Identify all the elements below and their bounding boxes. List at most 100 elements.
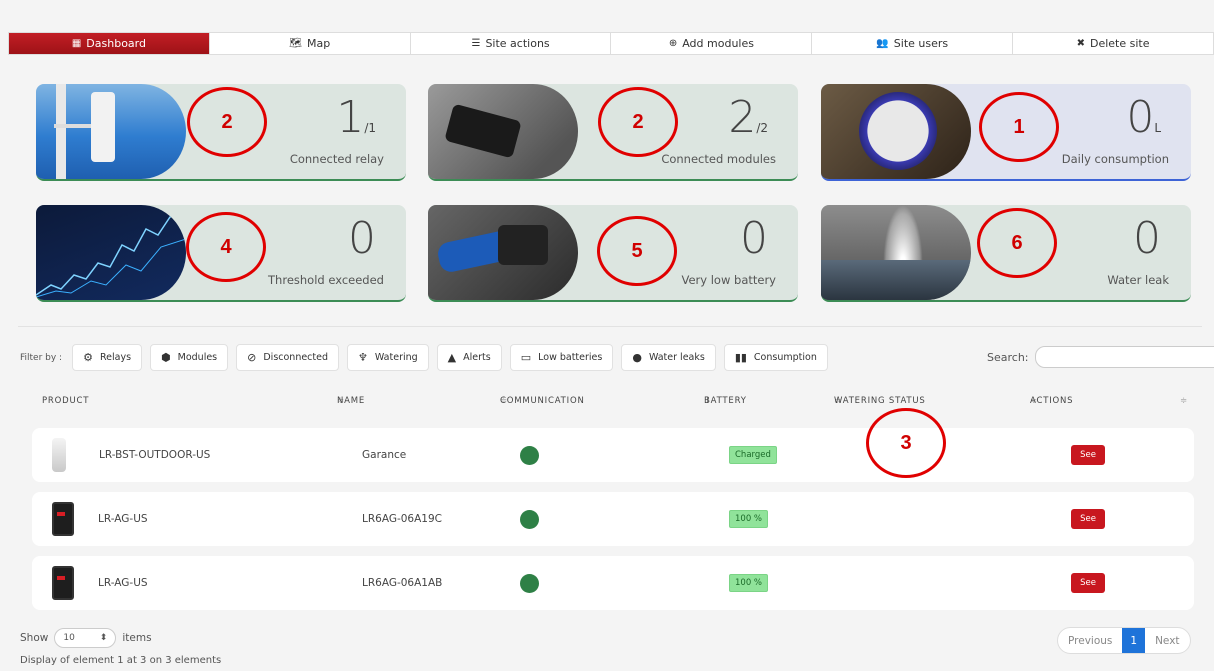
display-info: Display of element 1 at 3 on 3 elements bbox=[20, 655, 222, 666]
tab-delete-site[interactable]: ✖ Delete site bbox=[1013, 33, 1213, 54]
filter-button-label: Alerts bbox=[463, 352, 491, 363]
next-page-button[interactable]: Next bbox=[1145, 628, 1189, 653]
communication-cell bbox=[520, 428, 539, 482]
map-icon: 🗺 bbox=[289, 38, 302, 49]
select-arrows-icon: ⬍ bbox=[99, 633, 108, 643]
annotation-callout: 1 bbox=[979, 92, 1059, 162]
previous-page-button[interactable]: Previous bbox=[1058, 628, 1122, 653]
search-box: Search: bbox=[987, 346, 1214, 368]
card-label: Connected modules bbox=[661, 152, 776, 166]
annotation-callout: 2 bbox=[598, 87, 678, 157]
sliders-icon: ☰ bbox=[471, 38, 481, 49]
annotation-callout: 5 bbox=[597, 216, 677, 286]
communication-cell bbox=[520, 492, 539, 546]
leak-photo bbox=[821, 205, 971, 300]
dashboard-icon: ▦ bbox=[71, 38, 82, 49]
actions-cell: See bbox=[1071, 428, 1105, 482]
filter-bar: Filter by : ⚙ Relays ⬢ Modules ⊘ Disconnect… bbox=[20, 344, 828, 371]
card-label: Connected relay bbox=[289, 152, 384, 166]
product-cell: LR-AG-US bbox=[32, 556, 148, 610]
close-icon: ✖ bbox=[1076, 38, 1085, 49]
battery-badge: Charged bbox=[729, 446, 777, 464]
name-cell: LR6AG-06A1AB bbox=[362, 577, 443, 589]
filter-label: Filter by : bbox=[20, 352, 63, 363]
see-button[interactable]: See bbox=[1071, 509, 1105, 529]
card-label: Water leak bbox=[1107, 273, 1169, 287]
tab-map[interactable]: 🗺 Map bbox=[210, 33, 411, 54]
filter-alerts-button[interactable]: ▲ Alerts bbox=[436, 344, 502, 371]
battery-icon: ▭ bbox=[520, 351, 532, 364]
card-value: 0 bbox=[1133, 213, 1161, 264]
table-row[interactable]: LR-AG-US LR6AG-06A1AB 100 % See bbox=[32, 556, 1194, 610]
card-value: 0 bbox=[740, 213, 768, 264]
trend-line-graphic bbox=[36, 212, 186, 298]
water-meter-photo bbox=[821, 84, 971, 179]
battery-cell: 100 % bbox=[729, 492, 769, 546]
eye-slash-icon: ⊘ bbox=[247, 351, 257, 364]
page-size-select[interactable]: 10 ⬍ bbox=[54, 628, 117, 648]
pagination: Previous 1 Next bbox=[1057, 627, 1191, 654]
communication-cell bbox=[520, 556, 539, 610]
filter-button-label: Low batteries bbox=[538, 352, 603, 363]
divider bbox=[18, 326, 1202, 327]
tab-label: Site actions bbox=[485, 37, 550, 50]
filter-button-label: Watering bbox=[374, 352, 418, 363]
tab-label: Site users bbox=[893, 37, 949, 50]
annotation-callout: 6 bbox=[977, 208, 1057, 278]
module-device-image bbox=[52, 566, 74, 600]
see-button[interactable]: See bbox=[1071, 573, 1105, 593]
annotation-callout: 2 bbox=[187, 87, 267, 157]
filter-low-batteries-button[interactable]: ▭ Low batteries bbox=[509, 344, 614, 371]
tab-dashboard[interactable]: ▦ Dashboard bbox=[9, 33, 210, 54]
battery-cell: Charged bbox=[729, 428, 777, 482]
battery-photo bbox=[428, 205, 578, 300]
see-button[interactable]: See bbox=[1071, 445, 1105, 465]
card-value: 0 bbox=[348, 213, 376, 264]
tab-label: Delete site bbox=[1089, 37, 1150, 50]
tab-site-actions[interactable]: ☰ Site actions bbox=[411, 33, 612, 54]
module-photo bbox=[428, 84, 578, 179]
name-cell: LR6AG-06A19C bbox=[362, 513, 442, 525]
cube-icon: ⬢ bbox=[161, 351, 171, 364]
actions-cell: See bbox=[1071, 556, 1105, 610]
bar-chart-icon: ▮▮ bbox=[734, 351, 747, 364]
filter-water-leaks-button[interactable]: ● Water leaks bbox=[621, 344, 716, 371]
tab-label: Dashboard bbox=[86, 37, 146, 50]
filter-button-label: Water leaks bbox=[648, 352, 705, 363]
card-value: 2/2 bbox=[728, 92, 768, 143]
card-value: 1/1 bbox=[336, 92, 376, 143]
filter-relays-button[interactable]: ⚙ Relays bbox=[72, 344, 143, 371]
site-tab-bar: ▦ Dashboard 🗺 Map ☰ Site actions ⊕ Add m… bbox=[8, 32, 1214, 55]
annotation-callout: 4 bbox=[186, 212, 266, 282]
battery-cell: 100 % bbox=[729, 556, 769, 610]
name-cell: Garance bbox=[362, 449, 407, 461]
items-label: items bbox=[122, 632, 152, 644]
filter-button-label: Disconnected bbox=[263, 352, 329, 363]
status-dot-icon bbox=[520, 445, 539, 465]
filter-disconnected-button[interactable]: ⊘ Disconnected bbox=[236, 344, 340, 371]
filter-watering-button[interactable]: ♆ Watering bbox=[347, 344, 429, 371]
card-label: Daily consumption bbox=[1061, 152, 1169, 166]
filter-consumption-button[interactable]: ▮▮ Consumption bbox=[723, 344, 828, 371]
filter-modules-button[interactable]: ⬢ Modules bbox=[150, 344, 229, 371]
status-dot-icon bbox=[520, 509, 539, 529]
module-device-image bbox=[52, 502, 74, 536]
table-header: PRODUCT ≑ NAME ≑ COMMUNICATION ⇂ BATTERY ≑ W… bbox=[42, 396, 1188, 406]
users-icon: 👥 bbox=[876, 38, 889, 49]
status-dot-icon bbox=[520, 573, 539, 593]
filter-button-label: Modules bbox=[177, 352, 218, 363]
table-row[interactable]: LR-BST-OUTDOOR-US Garance Charged See bbox=[32, 428, 1194, 482]
tab-add-modules[interactable]: ⊕ Add modules bbox=[611, 33, 813, 54]
table-row[interactable]: LR-AG-US LR6AG-06A19C 100 % See bbox=[32, 492, 1194, 546]
outdoor-relay-image bbox=[52, 438, 66, 472]
relay-photo bbox=[36, 84, 186, 179]
page-1-button[interactable]: 1 bbox=[1122, 628, 1146, 653]
card-label: Threshold exceeded bbox=[268, 273, 384, 287]
battery-badge: 100 % bbox=[729, 510, 769, 528]
tab-site-users[interactable]: 👥 Site users bbox=[812, 33, 1014, 54]
search-input[interactable] bbox=[1034, 346, 1214, 368]
annotation-callout: 3 bbox=[866, 408, 946, 478]
filter-button-label: Consumption bbox=[753, 352, 817, 363]
bell-icon: ▲ bbox=[447, 351, 457, 364]
sort-icon[interactable]: ≑ bbox=[1180, 396, 1188, 406]
